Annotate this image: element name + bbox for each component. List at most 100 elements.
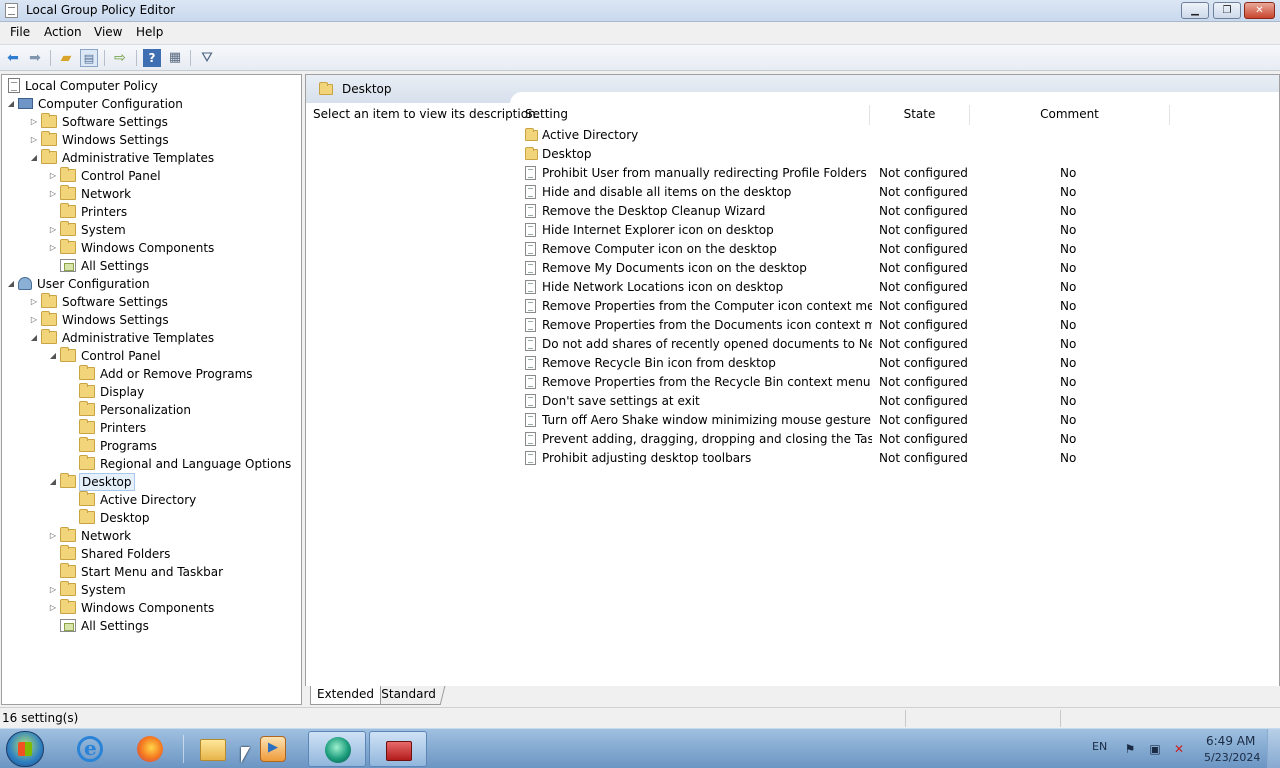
tree-item[interactable]: ▷ System bbox=[48, 581, 128, 599]
collapse-arrow-icon[interactable]: ◢ bbox=[48, 473, 58, 491]
tree-item[interactable]: Add or Remove Programs bbox=[67, 365, 255, 383]
tree-item[interactable]: Desktop bbox=[67, 509, 152, 527]
tree-item[interactable]: All Settings bbox=[48, 257, 151, 275]
policy-setting-row[interactable]: Hide Internet Explorer icon on desktop No… bbox=[521, 221, 1241, 240]
collapse-arrow-icon[interactable]: ◢ bbox=[29, 149, 39, 167]
expand-arrow-icon[interactable]: ▷ bbox=[48, 221, 58, 239]
expand-arrow-icon[interactable]: ▷ bbox=[48, 167, 58, 185]
expand-arrow-icon[interactable]: ▷ bbox=[48, 185, 58, 203]
tree-item[interactable]: Regional and Language Options bbox=[67, 455, 293, 473]
action-center-flag-icon[interactable]: ⚑ bbox=[1122, 742, 1138, 756]
policy-setting-row[interactable]: Prohibit User from manually redirecting … bbox=[521, 164, 1241, 183]
expand-arrow-icon[interactable]: ▷ bbox=[29, 131, 39, 149]
policy-setting-row[interactable]: Remove Properties from the Recycle Bin c… bbox=[521, 373, 1241, 392]
tree-item[interactable]: Personalization bbox=[67, 401, 193, 419]
network-icon[interactable]: ▣ bbox=[1147, 742, 1163, 756]
folder-list-item[interactable]: Desktop bbox=[521, 145, 1241, 164]
show-desktop-button[interactable] bbox=[1267, 729, 1280, 768]
tree-item[interactable]: ▷ Network bbox=[48, 527, 133, 545]
taskbar-network-app[interactable] bbox=[308, 731, 366, 767]
column-header-comment[interactable]: Comment bbox=[970, 105, 1170, 125]
menu-help[interactable]: Help bbox=[136, 25, 163, 39]
column-header-setting[interactable]: Setting bbox=[521, 105, 870, 125]
forward-icon[interactable]: ➡ bbox=[26, 49, 44, 67]
tree-item[interactable]: All Settings bbox=[48, 617, 151, 635]
policy-setting-row[interactable]: Remove Properties from the Documents ico… bbox=[521, 316, 1241, 335]
expand-arrow-icon[interactable]: ▷ bbox=[29, 113, 39, 131]
tree-item[interactable]: ▷ Windows Components bbox=[48, 239, 216, 257]
tree-item[interactable]: ◢ Control Panel bbox=[48, 347, 163, 365]
tree-item[interactable]: ▷ Software Settings bbox=[29, 113, 170, 131]
expand-arrow-icon[interactable]: ▷ bbox=[48, 527, 58, 545]
expand-arrow-icon[interactable]: ▷ bbox=[48, 239, 58, 257]
clock-date[interactable]: 5/23/2024 bbox=[1204, 751, 1260, 764]
tree-item[interactable]: Shared Folders bbox=[48, 545, 172, 563]
filter-icon[interactable]: ⛛ bbox=[198, 49, 216, 67]
start-button[interactable] bbox=[6, 731, 44, 767]
tab-standard[interactable]: Standard bbox=[371, 686, 445, 705]
policy-setting-row[interactable]: Hide Network Locations icon on desktop No… bbox=[521, 278, 1241, 297]
taskbar-group-policy-editor[interactable] bbox=[369, 731, 427, 767]
policy-setting-row[interactable]: Remove Recycle Bin icon from desktop Not … bbox=[521, 354, 1241, 373]
tree-item[interactable]: ▷ Windows Components bbox=[48, 599, 216, 617]
tree-item[interactable]: ◢ Desktop bbox=[48, 473, 135, 491]
taskbar-media-player[interactable] bbox=[247, 731, 299, 767]
policy-setting-row[interactable]: Don't save settings at exit Not configure… bbox=[521, 392, 1241, 411]
show-hide-console-tree-icon[interactable]: ▤ bbox=[80, 49, 98, 67]
taskbar-internet-explorer[interactable] bbox=[64, 731, 116, 767]
volume-muted-icon[interactable]: ✕ bbox=[1171, 742, 1187, 756]
policy-setting-row[interactable]: Prohibit adjusting desktop toolbars Not c… bbox=[521, 449, 1241, 468]
tree-item[interactable]: ◢ Administrative Templates bbox=[29, 149, 216, 167]
tree-item[interactable]: ◢ Administrative Templates bbox=[29, 329, 216, 347]
taskbar-windows-explorer[interactable] bbox=[187, 731, 239, 767]
expand-arrow-icon[interactable]: ▷ bbox=[48, 599, 58, 617]
collapse-arrow-icon[interactable]: ◢ bbox=[6, 275, 16, 293]
tree-item[interactable]: ▷ Windows Settings bbox=[29, 131, 171, 149]
tree-item[interactable]: Printers bbox=[48, 203, 129, 221]
policy-setting-row[interactable]: Prevent adding, dragging, dropping and c… bbox=[521, 430, 1241, 449]
expand-arrow-icon[interactable]: ▷ bbox=[48, 581, 58, 599]
collapse-arrow-icon[interactable]: ◢ bbox=[48, 347, 58, 365]
tree-item[interactable]: ▷ Windows Settings bbox=[29, 311, 171, 329]
up-folder-icon[interactable]: ▰ bbox=[57, 49, 75, 67]
expand-arrow-icon[interactable]: ▷ bbox=[29, 293, 39, 311]
tree-item[interactable]: Programs bbox=[67, 437, 159, 455]
properties-icon[interactable]: ▦ bbox=[166, 49, 184, 67]
back-icon[interactable]: ⬅ bbox=[4, 49, 22, 67]
taskbar-firefox[interactable] bbox=[124, 731, 176, 767]
tree-item[interactable]: Local Computer Policy bbox=[6, 77, 160, 95]
tree-item[interactable]: ▷ Network bbox=[48, 185, 133, 203]
policy-setting-row[interactable]: Remove Properties from the Computer icon… bbox=[521, 297, 1241, 316]
policy-setting-row[interactable]: Remove My Documents icon on the desktop N… bbox=[521, 259, 1241, 278]
tree-item[interactable]: Start Menu and Taskbar bbox=[48, 563, 225, 581]
tree-item[interactable]: Active Directory bbox=[67, 491, 198, 509]
language-indicator[interactable]: EN bbox=[1092, 740, 1107, 753]
tree-item[interactable]: ▷ Control Panel bbox=[48, 167, 163, 185]
close-button[interactable]: ✕ bbox=[1244, 2, 1275, 19]
minimize-button[interactable]: ▁ bbox=[1181, 2, 1209, 19]
policy-setting-row[interactable]: Remove the Desktop Cleanup Wizard Not con… bbox=[521, 202, 1241, 221]
tab-extended[interactable]: Extended bbox=[310, 686, 381, 705]
clock-time[interactable]: 6:49 AM bbox=[1206, 734, 1255, 748]
column-header-state[interactable]: State bbox=[870, 105, 970, 125]
tree-item[interactable]: Printers bbox=[67, 419, 148, 437]
tree-item[interactable]: Display bbox=[67, 383, 146, 401]
policy-setting-row[interactable]: Remove Computer icon on the desktop Not c… bbox=[521, 240, 1241, 259]
collapse-arrow-icon[interactable]: ◢ bbox=[29, 329, 39, 347]
policy-setting-row[interactable]: Do not add shares of recently opened doc… bbox=[521, 335, 1241, 354]
folder-list-item[interactable]: Active Directory bbox=[521, 126, 1241, 145]
collapse-arrow-icon[interactable]: ◢ bbox=[6, 95, 16, 113]
console-tree[interactable]: Local Computer Policy ◢ Computer Configura… bbox=[1, 74, 302, 705]
tree-item[interactable]: ◢ User Configuration bbox=[6, 275, 152, 293]
help-icon[interactable]: ? bbox=[143, 49, 161, 67]
maximize-button[interactable]: ❐ bbox=[1213, 2, 1241, 19]
policy-setting-row[interactable]: Turn off Aero Shake window minimizing mo… bbox=[521, 411, 1241, 430]
policy-setting-row[interactable]: Hide and disable all items on the deskto… bbox=[521, 183, 1241, 202]
menu-view[interactable]: View bbox=[94, 25, 122, 39]
tree-item[interactable]: ▷ System bbox=[48, 221, 128, 239]
expand-arrow-icon[interactable]: ▷ bbox=[29, 311, 39, 329]
menu-file[interactable]: File bbox=[10, 25, 30, 39]
tree-item[interactable]: ◢ Computer Configuration bbox=[6, 95, 185, 113]
tree-item[interactable]: ▷ Software Settings bbox=[29, 293, 170, 311]
export-list-icon[interactable]: ⇨ bbox=[111, 49, 129, 67]
